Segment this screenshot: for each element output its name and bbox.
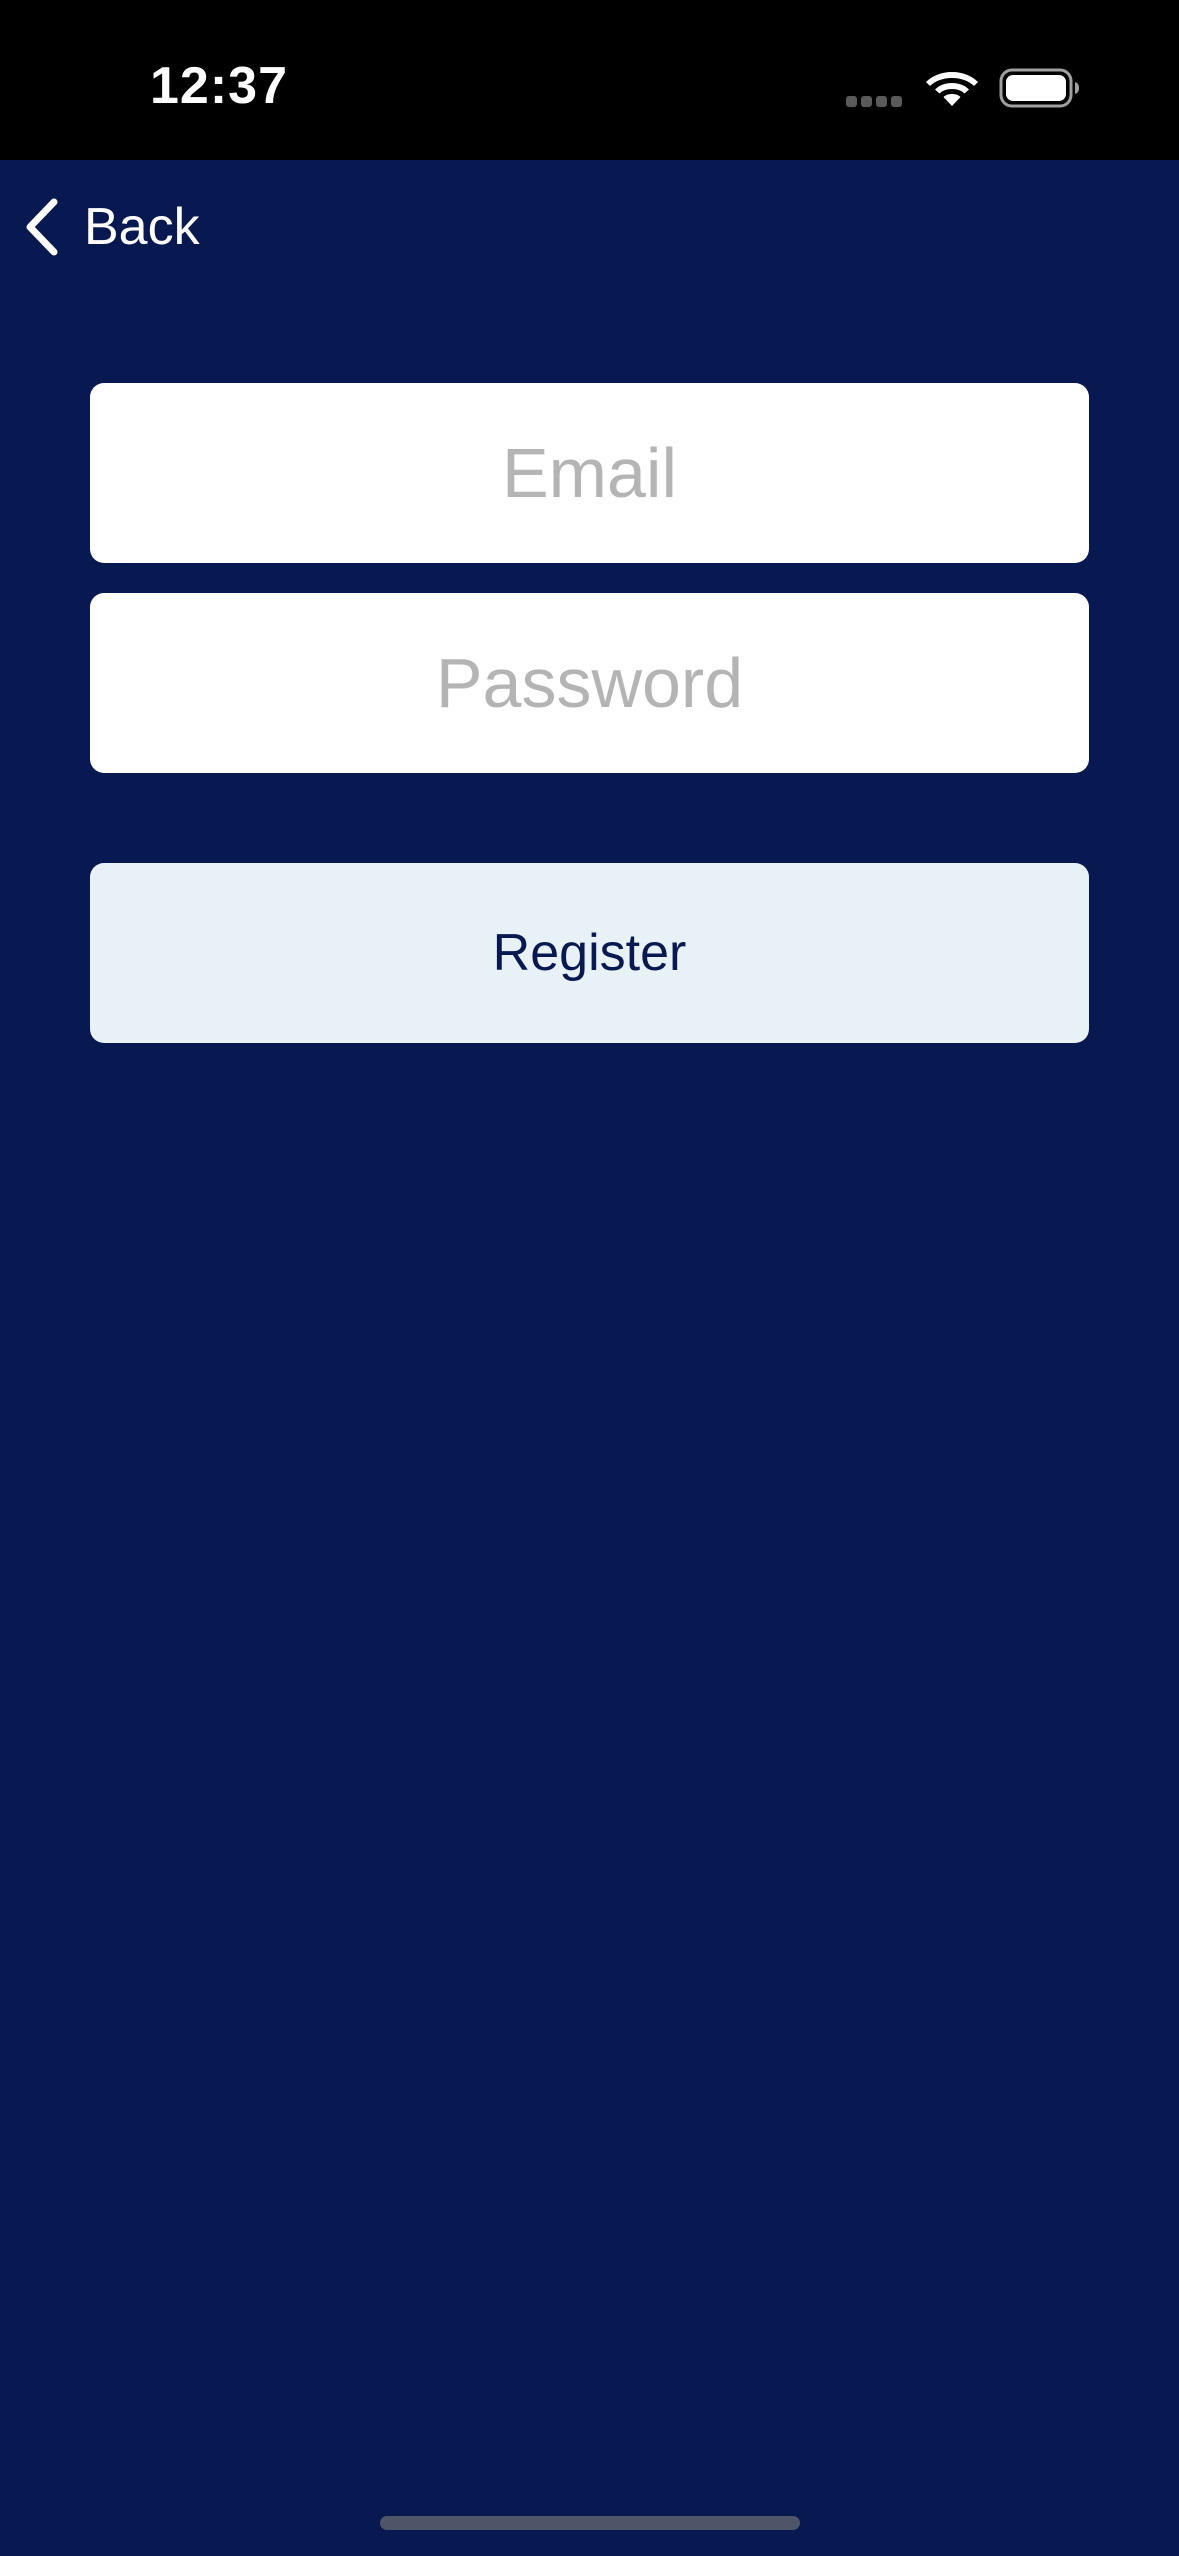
wifi-icon [926, 72, 978, 106]
back-label: Back [84, 198, 200, 256]
signal-dots-icon [846, 96, 904, 108]
email-field[interactable] [90, 383, 1089, 563]
status-bar: 12:37 [0, 0, 1179, 160]
password-field[interactable] [90, 593, 1089, 773]
chevron-left-icon [26, 198, 58, 256]
battery-icon [999, 68, 1079, 108]
register-button[interactable]: Register [90, 863, 1089, 1043]
home-indicator [380, 2516, 800, 2530]
status-time: 12:37 [150, 57, 288, 115]
back-button[interactable]: Back [22, 190, 200, 264]
